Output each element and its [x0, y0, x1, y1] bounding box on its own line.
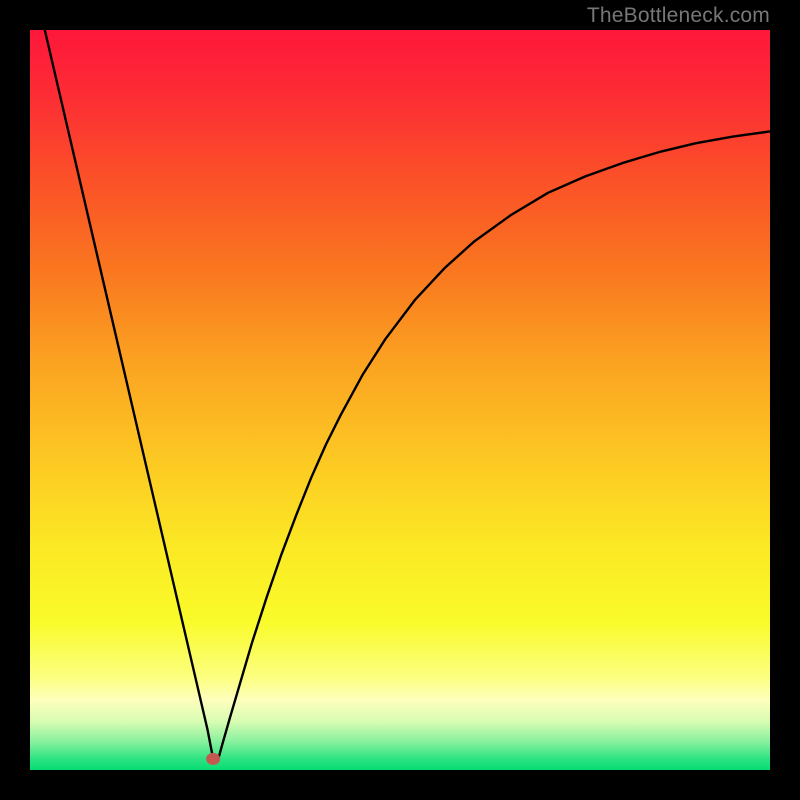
optimal-marker	[206, 753, 220, 765]
bottleneck-chart	[30, 30, 770, 770]
gradient-background	[30, 30, 770, 770]
watermark-label: TheBottleneck.com	[587, 4, 770, 28]
